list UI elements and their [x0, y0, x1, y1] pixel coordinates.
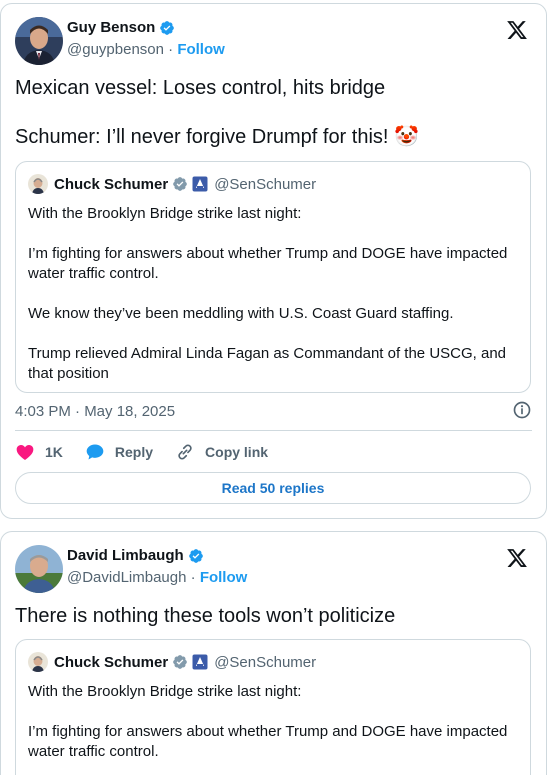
author-name[interactable]: David Limbaugh	[67, 547, 184, 564]
x-logo-icon[interactable]	[506, 19, 528, 41]
tweet-timestamp[interactable]: 4:03 PM · May 18, 2025	[15, 403, 175, 420]
quoted-tweet[interactable]: Chuck Schumer @SenSchumer With the Brook…	[15, 161, 531, 393]
reply-button[interactable]: Reply	[85, 442, 153, 462]
reply-label: Reply	[114, 444, 154, 460]
quote-paragraph: We know they’ve been meddling with U.S. …	[28, 305, 454, 322]
author-name[interactable]: Guy Benson	[67, 19, 155, 36]
tweet-text-line: Schumer: I’ll never forgive Drumpf for t…	[15, 126, 419, 148]
government-badge-icon	[192, 654, 208, 670]
like-count: 1K	[45, 444, 63, 460]
quote-author-name: Chuck Schumer	[54, 653, 169, 671]
follow-link[interactable]: Follow	[200, 569, 248, 586]
avatar[interactable]	[15, 545, 63, 593]
read-replies-button[interactable]: Read 50 replies	[15, 472, 531, 504]
quote-author-handle: @SenSchumer	[214, 653, 317, 671]
quote-paragraph: I’m fighting for answers about whether T…	[28, 723, 508, 760]
reply-bubble-icon	[86, 444, 104, 460]
quote-paragraph: I’m fighting for answers about whether T…	[28, 245, 508, 282]
separator-dot: ·	[190, 569, 200, 586]
quote-paragraph: With the Brooklyn Bridge strike last nig…	[28, 205, 302, 222]
quote-author-name: Chuck Schumer	[54, 175, 169, 193]
government-badge-icon	[192, 176, 208, 192]
tweet-card[interactable]: Guy Benson @guypbenson · Follow Mexican …	[0, 3, 547, 519]
gray-verified-badge-icon	[172, 654, 188, 670]
quote-author-handle: @SenSchumer	[214, 175, 317, 193]
author-handle[interactable]: @DavidLimbaugh	[67, 569, 186, 586]
tweet-text-line: Mexican vessel: Loses control, hits brid…	[15, 77, 386, 99]
tweet-header: Guy Benson @guypbenson · Follow	[15, 17, 532, 65]
like-button[interactable]: 1K	[15, 442, 63, 462]
divider	[15, 430, 532, 431]
info-icon[interactable]	[512, 400, 532, 420]
avatar[interactable]	[15, 17, 63, 65]
tweet-header: David Limbaugh @DavidLimbaugh · Follow	[15, 545, 532, 593]
copy-link-label: Copy link	[205, 444, 269, 460]
gray-verified-badge-icon	[172, 176, 188, 192]
author-handle[interactable]: @guypbenson	[67, 41, 164, 58]
verified-badge-icon	[188, 548, 204, 564]
quote-paragraph: With the Brooklyn Bridge strike last nig…	[28, 683, 302, 700]
quote-avatar	[28, 174, 48, 194]
action-bar: 1K Reply Copy link	[15, 442, 290, 462]
link-icon	[178, 444, 192, 460]
quote-paragraph: Trump relieved Admiral Linda Fagan as Co…	[28, 345, 507, 382]
x-logo-icon[interactable]	[506, 547, 528, 569]
verified-badge-icon	[159, 20, 175, 36]
tweet-text-line: There is nothing these tools won’t polit…	[15, 605, 396, 627]
quote-avatar	[28, 652, 48, 672]
separator-dot: ·	[168, 41, 178, 58]
follow-link[interactable]: Follow	[177, 41, 225, 58]
heart-icon	[16, 445, 34, 460]
tweet-card[interactable]: David Limbaugh @DavidLimbaugh · Follow T…	[0, 531, 547, 775]
quoted-tweet[interactable]: Chuck Schumer @SenSchumer With the Brook…	[15, 639, 531, 775]
copy-link-button[interactable]: Copy link	[175, 442, 268, 462]
